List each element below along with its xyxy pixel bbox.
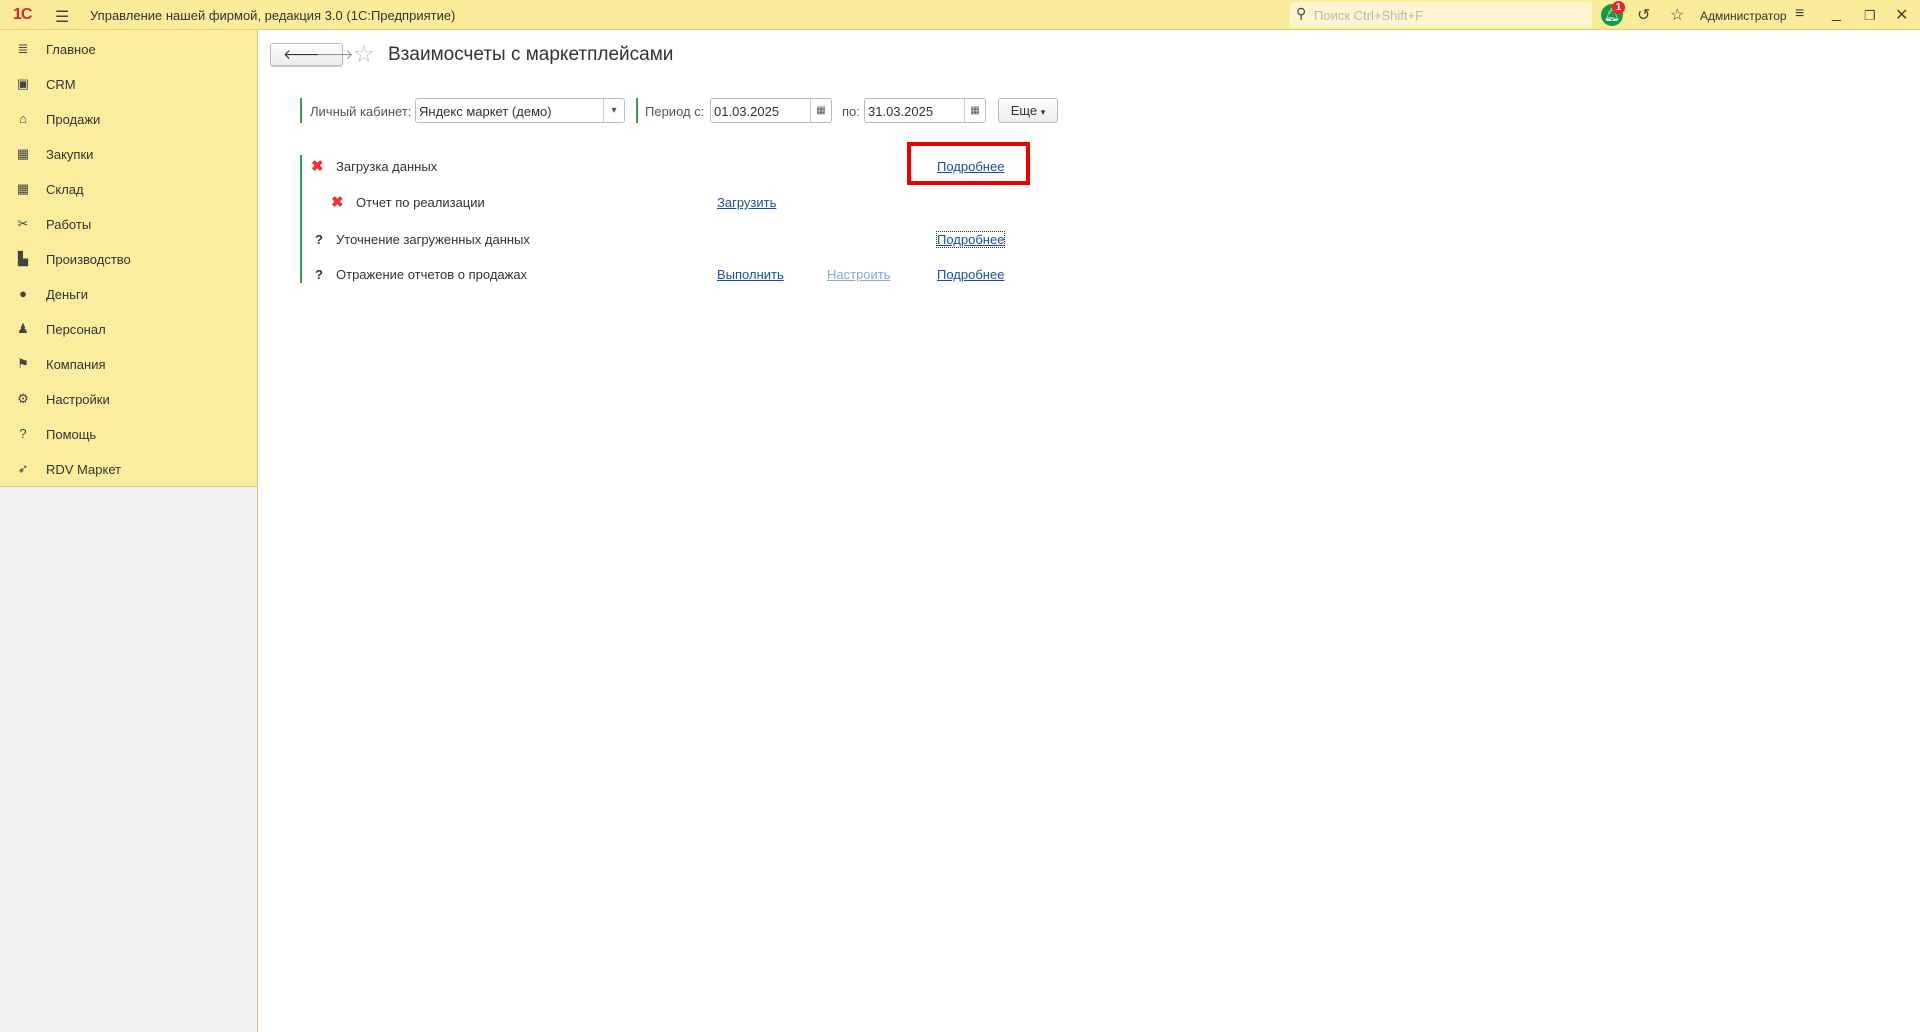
calendar-icon[interactable]: ▦ — [964, 99, 985, 122]
sidebar-item[interactable]: ≣ Главное — [0, 32, 257, 66]
sidebar-item-label: Главное — [46, 42, 96, 57]
sidebar-item-label: Настройки — [46, 392, 110, 407]
load-link[interactable]: Загрузить — [717, 195, 776, 210]
sidebar-item[interactable]: ⌂ Продажи — [0, 102, 257, 136]
forward-arrow-icon[interactable]: 🡒 — [316, 46, 354, 63]
configure-link[interactable]: Настроить — [827, 267, 891, 282]
restore-icon[interactable]: ❐ — [1864, 8, 1876, 24]
sidebar-item-label: Продажи — [46, 112, 101, 127]
page-title: Взаимосчеты с маркетплейсами — [388, 44, 674, 65]
period-to-label: по: — [842, 104, 860, 119]
sidebar-item-label: Компания — [46, 357, 106, 372]
close-icon[interactable]: ✕ — [1895, 5, 1908, 25]
money-icon: ● — [19, 286, 27, 301]
factory-icon: ▙ — [18, 251, 28, 266]
favorite-star-icon[interactable]: ☆ — [353, 40, 375, 69]
warehouse-icon: ▦ — [16, 181, 30, 196]
step-label: Уточнение загруженных данных — [336, 232, 530, 247]
minimize-icon[interactable]: _ — [1832, 5, 1841, 23]
details-link[interactable]: Подробнее — [937, 267, 1004, 282]
sidebar-item[interactable]: ➶ RDV Маркет — [0, 452, 257, 486]
sidebar-item-label: Помощь — [46, 427, 97, 442]
error-x-icon: ✖ — [311, 158, 324, 175]
period-to-field[interactable]: 31.03.2025 ▦ — [864, 98, 986, 123]
details-link[interactable]: Подробнее — [935, 231, 1006, 248]
group-bar — [300, 98, 302, 123]
main-menu-icon[interactable]: ☰ — [55, 7, 69, 27]
execute-link[interactable]: Выполнить — [717, 267, 784, 282]
app-title: Управление нашей фирмой, редакция 3.0 (1… — [90, 8, 456, 23]
dropdown-arrow-icon[interactable]: ▾ — [603, 99, 624, 122]
sidebar-item-label: Склад — [46, 182, 84, 197]
history-icon[interactable]: ↺ — [1637, 5, 1650, 25]
sidebar-item-label: Персонал — [46, 322, 106, 337]
sidebar-item[interactable]: ✂ Работы — [0, 207, 257, 241]
help-icon: ? — [19, 426, 27, 441]
question-icon: ? — [315, 267, 323, 282]
account-value: Яндекс маркет (демо) — [419, 104, 552, 119]
sidebar-item-label: CRM — [46, 77, 76, 92]
step-label: Отчет по реализации — [356, 195, 485, 210]
search-placeholder: Поиск Ctrl+Shift+F — [1314, 8, 1423, 23]
user-name[interactable]: Администратор — [1700, 9, 1787, 23]
sidebar-item[interactable]: ⚙ Настройки — [0, 382, 257, 416]
step-label: Загрузка данных — [336, 159, 438, 174]
back-arrow-icon[interactable]: 🡐 — [283, 46, 321, 63]
settings-menu-icon[interactable]: ≡ — [1795, 5, 1804, 23]
steps-bar — [300, 155, 302, 283]
sidebar-item-label: Производство — [46, 252, 131, 267]
more-button[interactable]: Еще ▾ — [998, 98, 1058, 123]
account-select[interactable]: Яндекс маркет (демо) ▾ — [415, 98, 625, 123]
flag-icon: ⚑ — [17, 356, 29, 371]
sidebar-item[interactable]: ▦ Склад — [0, 172, 257, 206]
cart-icon: ▦ — [16, 146, 30, 161]
sidebar-item[interactable]: ▦ Закупки — [0, 137, 257, 171]
period-from-field[interactable]: 01.03.2025 ▦ — [710, 98, 832, 123]
notifications-badge: 1 — [1612, 1, 1625, 14]
calendar-icon[interactable]: ▦ — [810, 99, 831, 122]
people-icon: ♟ — [17, 321, 29, 336]
tools-icon: ✂ — [17, 216, 29, 231]
period-to-value: 31.03.2025 — [868, 104, 934, 119]
basket-icon: ⌂ — [19, 111, 27, 126]
menu-icon: ≣ — [17, 41, 29, 56]
account-label: Личный кабинет: — [310, 104, 412, 119]
sidebar-item-label: Деньги — [46, 287, 88, 302]
step-label: Отражение отчетов о продажах — [336, 267, 528, 282]
sidebar-item[interactable]: ● Деньги — [0, 277, 257, 311]
sidebar-item[interactable]: ▣ CRM — [0, 67, 257, 101]
group-bar — [636, 98, 638, 123]
search-icon: ⚲ — [1296, 5, 1307, 21]
search-input[interactable]: ⚲ Поиск Ctrl+Shift+F — [1290, 2, 1592, 27]
1c-logo[interactable]: 1С — [13, 6, 32, 24]
nav-buttons: 🡐 🡒 — [270, 43, 354, 66]
gear-icon: ⚙ — [17, 391, 29, 406]
more-label: Еще — [1010, 103, 1038, 118]
sidebar-item[interactable]: ⚑ Компания — [0, 347, 257, 381]
sidebar: ≣ Главное ▣ CRM ⌂ Продажи ▦ Закупки ▦ Склад ✂ Работ… — [0, 30, 258, 1032]
error-x-icon: ✖ — [331, 194, 344, 211]
period-from-value: 01.03.2025 — [714, 104, 780, 119]
sidebar-item-label: Закупки — [46, 147, 94, 162]
period-from-label: Период с: — [645, 104, 705, 119]
favorites-star-icon[interactable]: ☆ — [1670, 5, 1684, 25]
sidebar-item-label: RDV Маркет — [46, 462, 122, 477]
sidebar-item[interactable]: ▙ Производство — [0, 242, 257, 276]
sidebar-item[interactable]: ? Помощь — [0, 417, 257, 451]
rocket-icon: ➶ — [17, 461, 29, 476]
contact-card-icon: ▣ — [16, 76, 30, 91]
title-bar: 1С ☰ Управление нашей фирмой, редакция 3… — [0, 0, 1920, 30]
highlight-box — [907, 142, 1030, 185]
question-icon: ? — [315, 232, 323, 247]
sidebar-item[interactable]: ♟ Персонал — [0, 312, 257, 346]
sidebar-item-label: Работы — [46, 217, 92, 232]
